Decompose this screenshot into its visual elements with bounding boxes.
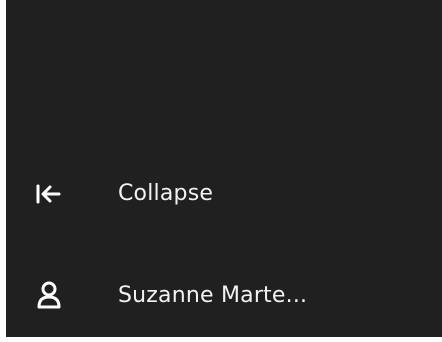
collapse-label: Collapse (118, 181, 214, 206)
sidebar-panel: Collapse Suzanne Marte... (6, 0, 442, 337)
user-profile-button[interactable]: Suzanne Marte... (6, 268, 442, 324)
user-name-label: Suzanne Marte... (118, 283, 308, 308)
user-icon (31, 278, 67, 314)
collapse-left-icon (31, 176, 67, 212)
collapse-button[interactable]: Collapse (6, 166, 442, 222)
